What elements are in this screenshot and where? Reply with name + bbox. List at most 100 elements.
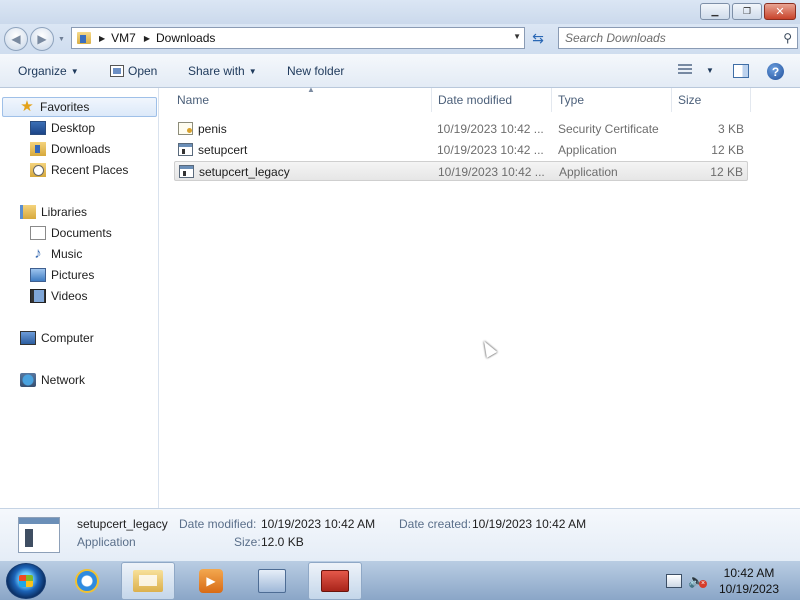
nav-item-desktop[interactable]: Desktop — [30, 118, 95, 138]
nav-item-label: Desktop — [51, 121, 96, 135]
maximize-button[interactable]: ❐ — [732, 3, 762, 20]
close-icon: ✕ — [775, 6, 785, 18]
nav-item-label: Libraries — [41, 205, 88, 219]
nav-item-computer[interactable]: Computer — [20, 328, 94, 348]
file-type: Application — [558, 143, 617, 157]
taskbar-toolbox-app[interactable] — [308, 562, 362, 600]
search-input[interactable] — [565, 28, 775, 48]
downloads-folder-icon — [77, 32, 91, 44]
network-tray-icon[interactable] — [666, 574, 682, 588]
clock-date: 10/19/2023 — [718, 582, 780, 596]
chevron-down-icon[interactable]: ▼ — [706, 66, 714, 75]
music-note-icon: ♪ — [34, 245, 42, 262]
nav-item-label: Downloads — [51, 142, 111, 156]
nav-item-downloads[interactable]: Downloads — [30, 139, 110, 159]
new-folder-button[interactable]: New folder — [287, 64, 344, 78]
file-name: setupcert_legacy — [199, 165, 290, 179]
column-header-type[interactable]: Type — [552, 88, 672, 112]
nav-item-label: Music — [51, 247, 83, 261]
internet-explorer-icon: e — [75, 569, 99, 593]
minimize-icon: ▁ — [711, 6, 719, 16]
taskbar-media-player[interactable]: ▶ — [184, 562, 238, 600]
recent-pages-dropdown[interactable]: ▼ — [58, 36, 65, 43]
nav-item-documents[interactable]: Documents — [30, 223, 112, 243]
search-box[interactable]: ⚲ — [558, 27, 798, 49]
start-button[interactable] — [6, 563, 46, 599]
nav-item-libraries[interactable]: Libraries — [20, 202, 87, 222]
file-list[interactable]: Name ▲ Date modified Type Size penis 10/… — [160, 85, 800, 508]
nav-item-recent-places[interactable]: Recent Places — [30, 160, 128, 180]
recent-places-icon — [30, 163, 46, 177]
address-dropdown-icon[interactable]: ▼ — [513, 32, 521, 41]
organize-button[interactable]: Organize ▼ — [18, 64, 79, 78]
file-size: 12 KB — [710, 165, 743, 179]
details-date-created: 10/19/2023 10:42 AM — [472, 517, 587, 531]
preview-pane-icon[interactable] — [733, 64, 749, 78]
details-pane: setupcert_legacy Application Date modifi… — [0, 508, 800, 560]
organize-label: Organize — [18, 64, 67, 78]
mute-icon: × — [699, 580, 707, 588]
downloads-folder-icon — [30, 142, 46, 156]
details-size: 12.0 KB — [261, 535, 304, 549]
forward-arrow-icon: ▶ — [37, 32, 47, 46]
refresh-icon: ⇆ — [532, 29, 544, 46]
back-button[interactable]: ◀ — [4, 27, 28, 51]
refresh-button[interactable]: ⇆ — [527, 27, 549, 49]
new-folder-label: New folder — [287, 64, 345, 78]
minimize-button[interactable]: ▁ — [700, 3, 730, 20]
file-row-penis[interactable]: penis 10/19/2023 10:42 ... Security Cert… — [174, 119, 748, 139]
navigation-pane: ★ Favorites Desktop Downloads Recent Pla… — [0, 88, 159, 508]
taskbar-internet-explorer[interactable]: e — [60, 562, 114, 600]
windows-explorer-icon — [133, 570, 163, 592]
help-icon[interactable]: ? — [767, 63, 784, 80]
taskbar: e ▶ 🔈 × 10:42 AM 10/19/2023 — [0, 560, 800, 600]
file-row-setupcert-legacy[interactable]: setupcert_legacy 10/19/2023 10:42 ... Ap… — [174, 161, 748, 181]
address-row: ◀ ▶ ▼ ▶ VM7 ▶ Downloads ▼ ⇆ ⚲ — [0, 24, 800, 54]
share-with-button[interactable]: Share with ▼ — [188, 64, 257, 78]
details-file-name: setupcert_legacy — [77, 517, 168, 531]
column-label: Size — [678, 93, 702, 107]
file-name: setupcert — [198, 143, 248, 157]
column-header-date-modified[interactable]: Date modified — [432, 88, 552, 112]
open-button[interactable]: Open — [110, 64, 157, 78]
nav-item-videos[interactable]: Videos — [30, 286, 87, 306]
taskbar-control-panel[interactable] — [245, 562, 299, 600]
breadcrumb-separator-icon[interactable]: ▶ — [144, 34, 150, 43]
nav-item-label: Videos — [51, 289, 88, 303]
nav-item-pictures[interactable]: Pictures — [30, 265, 94, 285]
computer-icon — [20, 331, 36, 345]
file-size: 3 KB — [717, 122, 744, 136]
file-date: 10/19/2023 10:42 ... — [437, 143, 544, 157]
nav-item-label: Documents — [51, 226, 112, 240]
nav-item-favorites[interactable]: ★ Favorites — [2, 97, 157, 117]
column-header-size[interactable]: Size — [672, 88, 751, 112]
close-button[interactable]: ✕ — [764, 3, 796, 20]
file-type: Application — [559, 165, 618, 179]
window-controls: ▁ ❐ ✕ — [700, 3, 796, 20]
address-bar[interactable]: ▶ VM7 ▶ Downloads ▼ — [71, 27, 525, 49]
application-icon — [179, 165, 194, 178]
desktop-icon — [30, 121, 46, 135]
column-header-name[interactable]: Name ▲ — [171, 85, 432, 112]
breadcrumb-vm7[interactable]: VM7 — [111, 31, 136, 45]
application-icon — [18, 517, 60, 553]
system-clock[interactable]: 10:42 AM 10/19/2023 — [716, 565, 782, 597]
forward-button[interactable]: ▶ — [30, 27, 54, 51]
open-icon — [110, 65, 124, 77]
nav-item-music[interactable]: ♪ Music — [30, 244, 82, 264]
pictures-icon — [30, 268, 46, 282]
nav-item-label: Pictures — [51, 268, 95, 282]
nav-item-network[interactable]: Network — [20, 370, 85, 390]
breadcrumb-separator-icon[interactable]: ▶ — [99, 34, 105, 43]
file-row-setupcert[interactable]: setupcert 10/19/2023 10:42 ... Applicati… — [174, 140, 748, 160]
toolbox-icon — [321, 570, 349, 592]
change-view-button[interactable]: ▼ — [678, 64, 714, 76]
certificate-icon — [178, 122, 193, 135]
breadcrumb-downloads[interactable]: Downloads — [156, 31, 215, 45]
column-label: Name — [177, 93, 210, 107]
taskbar-windows-explorer[interactable] — [121, 562, 175, 600]
network-icon — [20, 373, 36, 387]
search-icon[interactable]: ⚲ — [783, 31, 792, 45]
share-with-label: Share with — [188, 64, 245, 78]
file-type: Security Certificate — [558, 122, 659, 136]
